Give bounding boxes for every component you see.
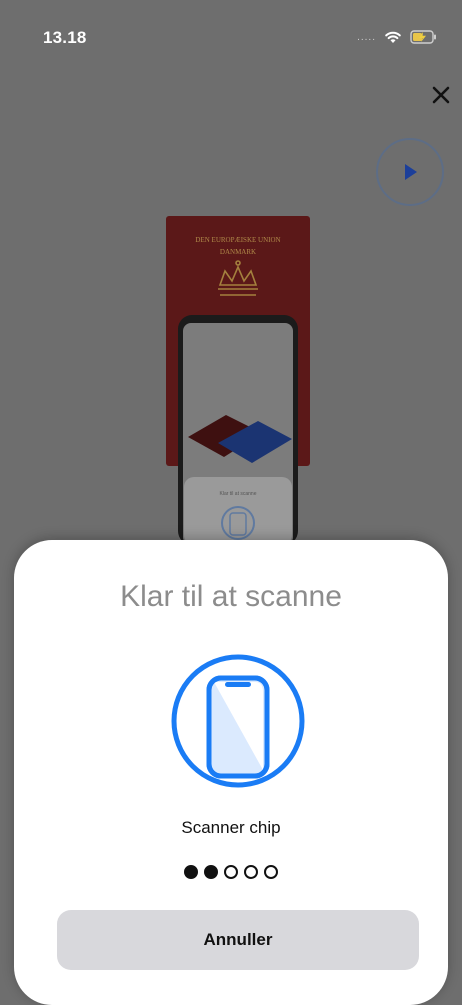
progress-dot <box>204 865 218 879</box>
sheet-title: Klar til at scanne <box>120 580 342 613</box>
status-indicators: ..... <box>357 30 438 44</box>
mini-sheet-title: Klar til at scanne <box>220 491 257 497</box>
play-icon <box>405 164 417 180</box>
passport-text-union: DEN EUROPÆISKE UNION <box>195 236 280 244</box>
passport-text-country: DANMARK <box>220 248 256 256</box>
close-icon[interactable] <box>428 82 454 108</box>
status-bar: 13.18 ..... <box>0 0 462 70</box>
wifi-icon <box>385 31 401 43</box>
battery-charging-icon <box>410 30 436 44</box>
phone-scan-icon <box>171 654 305 788</box>
status-time: 13.18 <box>43 28 87 47</box>
scan-sheet: Klar til at scanne Scanner chip Annuller <box>14 540 448 1005</box>
progress-dot <box>224 865 238 879</box>
cancel-button[interactable]: Annuller <box>57 910 419 970</box>
screen: 13.18 ..... DEN EUROPÆISKE UNION DANMARK <box>0 0 462 1005</box>
progress-dot <box>264 865 278 879</box>
progress-dot <box>184 865 198 879</box>
scan-status-text: Scanner chip <box>181 818 281 837</box>
passport-scan-illustration: DEN EUROPÆISKE UNION DANMARK Klar til at… <box>166 216 310 545</box>
progress-dots <box>14 865 448 879</box>
play-video-button[interactable] <box>376 138 444 206</box>
signal-icon: ..... <box>357 31 376 43</box>
progress-dot <box>244 865 258 879</box>
